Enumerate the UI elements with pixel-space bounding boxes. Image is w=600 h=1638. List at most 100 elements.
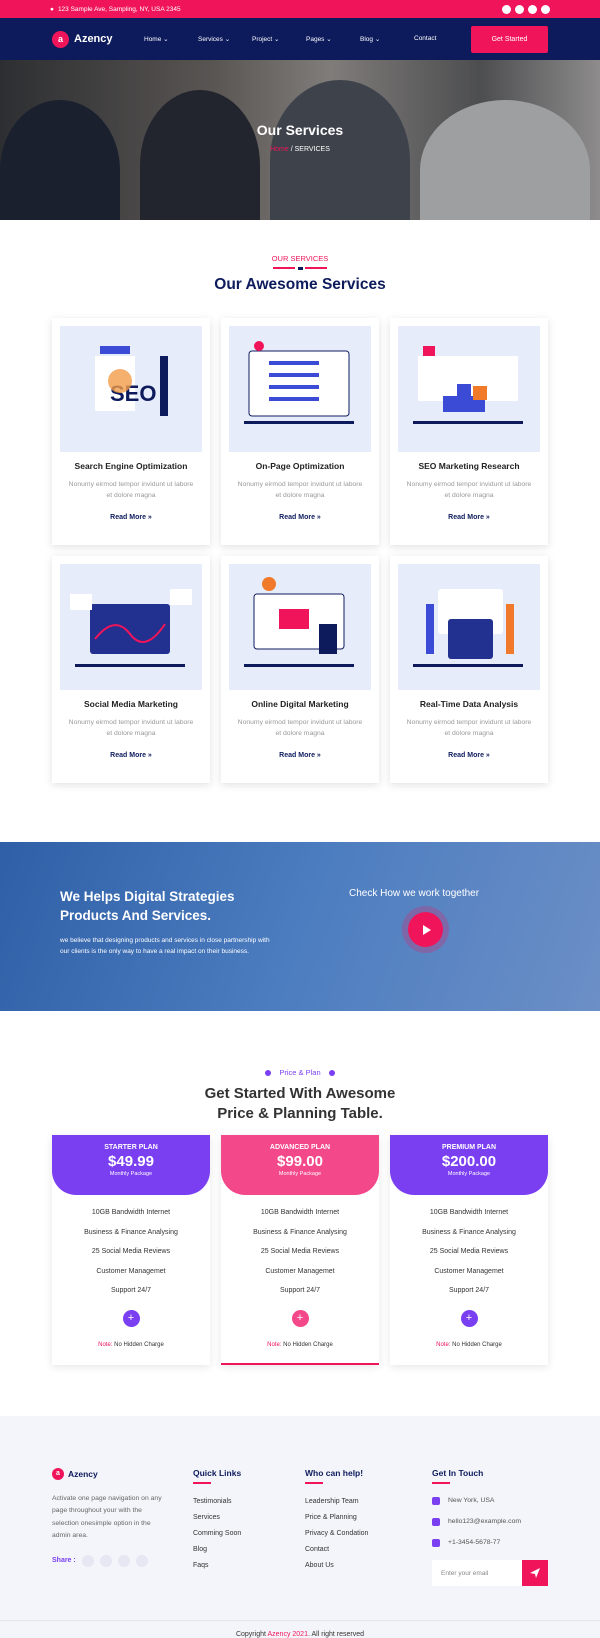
breadcrumb-current: / SERVICES [288, 146, 330, 153]
footer-link[interactable]: About Us [305, 1562, 368, 1578]
plan-feature: 25 Social Media Reviews [429, 1248, 509, 1255]
logo-icon: a [52, 30, 69, 48]
skype-icon[interactable] [117, 1554, 130, 1567]
plan-period: Monthly Package [278, 1171, 322, 1177]
linkedin-icon[interactable] [528, 4, 537, 14]
nav-item-services[interactable]: Services ⌄ [198, 35, 252, 43]
read-more-link[interactable]: Read More » [398, 514, 540, 521]
double-chevron-right-icon: » [485, 514, 490, 521]
footer-link[interactable]: Faqs [193, 1562, 241, 1578]
pricing-title-line2: Price & Planning Table. [217, 1105, 383, 1122]
service-card[interactable]: On-Page Optimization Nonumy eirmod tempo… [221, 318, 379, 545]
instagram-icon[interactable] [541, 4, 550, 14]
plus-icon: + [296, 1311, 304, 1324]
plan-feature: 10GB Bandwidth Internet [429, 1209, 509, 1216]
service-text: Nonumy eirmod tempor invidunt ut labore … [406, 719, 532, 737]
play-video-button[interactable] [408, 912, 443, 947]
footer-link[interactable]: Services [193, 1514, 241, 1530]
plan-card-premium: PREMIUM PLAN $200.00 Monthly Package 10G… [390, 1135, 548, 1365]
plan-note: Note: No Hidden Charge [221, 1342, 379, 1348]
plan-feature: Support 24/7 [279, 1287, 321, 1294]
linkedin-icon[interactable] [135, 1554, 148, 1567]
service-text: Nonumy eirmod tempor invidunt ut labore … [68, 719, 194, 737]
select-plan-button[interactable]: + [291, 1309, 309, 1327]
location-pin-icon: ● [50, 5, 54, 13]
mail-icon [432, 1517, 440, 1526]
plan-period: Monthly Package [447, 1171, 491, 1177]
plan-feature: Support 24/7 [110, 1287, 152, 1294]
service-title: Real-Time Data Analysis [419, 699, 519, 709]
breadcrumb: Home / SERVICES [0, 146, 600, 153]
plan-feature: Customer Managemet [96, 1267, 166, 1275]
footer-link[interactable]: Leadership Team [305, 1498, 368, 1514]
nav-item-label: Pages [306, 36, 325, 43]
footer-logo[interactable]: a Azency [52, 1468, 162, 1481]
footer-link[interactable]: Blog [193, 1546, 241, 1562]
footer-link[interactable]: Testimonials [193, 1498, 241, 1514]
service-card[interactable]: Real-Time Data Analysis Nonumy eirmod te… [390, 556, 548, 783]
location-pin-icon [432, 1496, 440, 1505]
nav-item-contact[interactable]: Contact [414, 35, 468, 43]
read-more-link[interactable]: Read More » [398, 752, 540, 759]
footer-link[interactable]: Price & Planning [305, 1514, 368, 1530]
breadcrumb-home[interactable]: Home [270, 146, 289, 153]
note-text: No Hidden Charge [112, 1341, 164, 1348]
plan-price: $99.00 [277, 1153, 323, 1170]
read-more-link[interactable]: Read More » [229, 514, 371, 521]
services-title: Our Awesome Services [214, 276, 386, 293]
service-title: SEO Marketing Research [418, 461, 520, 471]
service-text: Nonumy eirmod tempor invidunt ut labore … [237, 719, 363, 737]
share-links: Share : [52, 1554, 162, 1568]
newsletter-form: Enter your email [432, 1560, 548, 1586]
quick-links-title: Quick Links [193, 1468, 242, 1478]
get-started-button[interactable]: Get Started [471, 25, 548, 53]
nav-item-pages[interactable]: Pages ⌄ [306, 35, 360, 43]
newsletter-email-input[interactable]: Enter your email [432, 1560, 522, 1586]
facebook-icon[interactable] [81, 1554, 94, 1567]
plan-name: STARTER PLAN [104, 1144, 158, 1151]
plan-note: Note: No Hidden Charge [390, 1342, 548, 1348]
nav-menu: Home ⌄ Services ⌄ Project ⌄ Pages ⌄ Blog… [144, 35, 471, 43]
top-bar: ● 123 Sample Ave, Sampling, NY, USA 2345 [0, 0, 600, 18]
note-text: No Hidden Charge [281, 1341, 333, 1348]
newsletter-submit-button[interactable] [522, 1560, 548, 1586]
service-title: Search Engine Optimization [74, 461, 188, 471]
nav-item-home[interactable]: Home ⌄ [144, 35, 198, 43]
service-card[interactable]: SEO Search Engine Optimization Nonumy ei… [52, 318, 210, 545]
brand-name: Azency [74, 33, 113, 45]
service-card[interactable]: SEO Marketing Research Nonumy eirmod tem… [390, 318, 548, 545]
double-chevron-right-icon: » [147, 752, 152, 759]
service-text: Nonumy eirmod tempor invidunt ut labore … [406, 481, 532, 499]
facebook-icon[interactable] [502, 4, 511, 14]
dribbble-icon[interactable] [99, 1554, 112, 1567]
copyright-brand[interactable]: Azency 2021 [268, 1631, 308, 1638]
brand-logo[interactable]: a Azency [52, 30, 144, 48]
nav-item-label: Blog [360, 36, 374, 43]
twitter-icon[interactable] [515, 4, 524, 14]
double-chevron-right-icon: » [316, 514, 321, 521]
service-text: Nonumy eirmod tempor invidunt ut labore … [237, 481, 363, 499]
pricing-eyebrow-text: Price & Plan [279, 1068, 321, 1077]
double-chevron-right-icon: » [485, 752, 490, 759]
nav-item-project[interactable]: Project ⌄ [252, 35, 306, 43]
contact-phone[interactable]: +1-3454-5678-77 [448, 1539, 500, 1546]
copyright: Copyright Azency 2021. All right reserve… [0, 1620, 600, 1638]
read-more-link[interactable]: Read More » [229, 752, 371, 759]
nav-item-blog[interactable]: Blog ⌄ [360, 35, 414, 43]
read-more-link[interactable]: Read More » [60, 752, 202, 759]
seo-illustration: SEO [60, 326, 202, 452]
footer-link[interactable]: Contact [305, 1546, 368, 1562]
footer-link[interactable]: Comming Soon [193, 1530, 241, 1546]
service-card[interactable]: Online Digital Marketing Nonumy eirmod t… [221, 556, 379, 783]
plus-icon: + [127, 1311, 135, 1324]
select-plan-button[interactable]: + [460, 1309, 478, 1327]
footer-link[interactable]: Privacy & Condation [305, 1530, 368, 1546]
read-more-link[interactable]: Read More » [60, 514, 202, 521]
read-more-label: Read More [448, 514, 484, 521]
select-plan-button[interactable]: + [122, 1309, 140, 1327]
service-title: Social Media Marketing [84, 699, 178, 709]
contact-email[interactable]: hello123@example.com [448, 1518, 521, 1525]
service-card[interactable]: Social Media Marketing Nonumy eirmod tem… [52, 556, 210, 783]
read-more-label: Read More [110, 752, 146, 759]
get-in-touch-title: Get In Touch [432, 1468, 484, 1478]
